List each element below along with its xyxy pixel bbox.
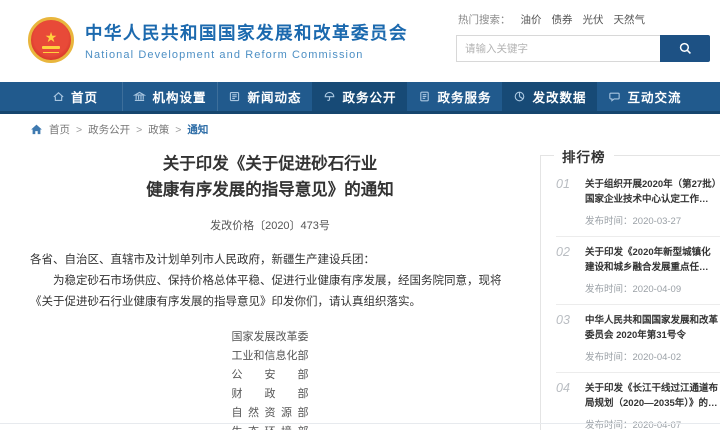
ranking-item: 01 关于组织开展2020年（第27批）国家企业技术中心认定工作的通知(... … bbox=[556, 169, 720, 237]
ranking-item-date: 发布时间：2020-04-02 bbox=[585, 349, 718, 363]
search-button[interactable] bbox=[660, 35, 710, 62]
breadcrumb-home[interactable]: 首页 bbox=[49, 122, 70, 137]
document-icon bbox=[418, 90, 431, 103]
nav-label: 互动交流 bbox=[627, 87, 681, 106]
ranking-number: 02 bbox=[556, 245, 578, 295]
home-icon bbox=[30, 123, 43, 136]
pie-chart-icon bbox=[513, 90, 526, 103]
signatory-mnr: 自然资源部 bbox=[232, 404, 309, 423]
main-nav: 首页 机构设置 新闻动态 政务公开 政务服务 发改数据 互动交流 bbox=[0, 82, 720, 114]
site-title-block: 中华人民共和国国家发展和改革委员会 National Development a… bbox=[85, 20, 408, 61]
page: ★ 中华人民共和国国家发展和改革委员会 National Development… bbox=[0, 0, 720, 430]
hot-search-link-oil-price[interactable]: 油价 bbox=[521, 12, 542, 27]
signatory-ndrc: 国家发展改革委 bbox=[232, 328, 309, 347]
document-number: 发改价格〔2020〕473号 bbox=[30, 217, 510, 233]
breadcrumb-gov-disclosure[interactable]: 政务公开 bbox=[88, 122, 130, 137]
breadcrumb-separator: > bbox=[136, 124, 142, 136]
ranking-list: 01 关于组织开展2020年（第27批）国家企业技术中心认定工作的通知(... … bbox=[541, 156, 720, 430]
article: 关于印发《关于促进砂石行业 健康有序发展的指导意见》的通知 发改价格〔2020〕… bbox=[30, 151, 510, 430]
site-brand[interactable]: ★ 中华人民共和国国家发展和改革委员会 National Development… bbox=[28, 17, 408, 63]
ranking-number: 03 bbox=[556, 313, 578, 363]
magnifier-icon bbox=[678, 41, 693, 56]
article-paragraph: 为稳定砂石市场供应、保持价格总体平稳、促进行业健康有序发展，经国务院同意，现将《… bbox=[30, 271, 510, 313]
search-area: 热门搜索： 油价 债券 光伏 天然气 bbox=[456, 12, 714, 62]
breadcrumb-separator: > bbox=[76, 124, 82, 136]
ranking-item-link[interactable]: 关于组织开展2020年（第27批）国家企业技术中心认定工作的通知(... bbox=[585, 177, 718, 207]
nav-item-gov-services[interactable]: 政务服务 bbox=[407, 82, 502, 111]
hot-search-link-bonds[interactable]: 债券 bbox=[552, 12, 573, 27]
signatory-miit: 工业和信息化部 bbox=[232, 347, 309, 366]
breadcrumb-policy[interactable]: 政策 bbox=[148, 122, 169, 137]
hot-search-label: 热门搜索： bbox=[458, 12, 511, 27]
umbrella-icon bbox=[323, 90, 336, 103]
article-title-line-1: 关于印发《关于促进砂石行业 bbox=[30, 151, 510, 177]
signatory-list: 国家发展改革委 工业和信息化部 公安部 财政部 自然资源部 生态环境部 bbox=[30, 328, 510, 430]
ranking-item: 03 中华人民共和国国家发展和改革委员会 2020年第31号令 发布时间：202… bbox=[556, 305, 720, 373]
breadcrumb: 首页 > 政务公开 > 政策 > 通知 bbox=[30, 122, 208, 137]
nav-label: 政务公开 bbox=[342, 87, 396, 106]
national-emblem-logo: ★ bbox=[28, 17, 74, 63]
site-title-en: National Development and Reform Commissi… bbox=[85, 49, 408, 61]
hot-search-row: 热门搜索： 油价 债券 光伏 天然气 bbox=[456, 12, 714, 27]
nav-label: 机构设置 bbox=[152, 87, 206, 106]
nav-label: 新闻动态 bbox=[247, 87, 301, 106]
nav-item-interaction[interactable]: 互动交流 bbox=[597, 82, 692, 111]
search-input[interactable] bbox=[456, 35, 660, 62]
nav-label: 政务服务 bbox=[437, 87, 491, 106]
signatory-mof: 财政部 bbox=[232, 385, 309, 404]
ranking-item-link[interactable]: 关于印发《长江干线过江通道布局规划（2020—2035年）》的通知... bbox=[585, 381, 718, 411]
article-title: 关于印发《关于促进砂石行业 健康有序发展的指导意见》的通知 bbox=[30, 151, 510, 203]
ranking-number: 01 bbox=[556, 177, 578, 227]
nav-item-ndrc-data[interactable]: 发改数据 bbox=[502, 82, 597, 111]
ranking-item: 04 关于印发《长江干线过江通道布局规划（2020—2035年）》的通知... … bbox=[556, 373, 720, 430]
news-icon bbox=[228, 90, 241, 103]
site-title-zh: 中华人民共和国国家发展和改革委员会 bbox=[85, 20, 408, 45]
nav-item-gov-disclosure[interactable]: 政务公开 bbox=[312, 82, 407, 111]
gate-icon bbox=[42, 46, 60, 49]
signatory-mps: 公安部 bbox=[232, 366, 309, 385]
breadcrumb-current-notice: 通知 bbox=[187, 122, 208, 137]
bank-icon bbox=[133, 90, 146, 103]
nav-label: 发改数据 bbox=[532, 87, 586, 106]
home-icon bbox=[52, 90, 65, 103]
star-icon: ★ bbox=[45, 30, 58, 44]
article-body: 各省、自治区、直辖市及计划单列市人民政府，新疆生产建设兵团： 为稳定砂石市场供应… bbox=[30, 250, 510, 313]
nav-item-home[interactable]: 首页 bbox=[28, 82, 122, 111]
ranking-sidebar: 排行榜 01 关于组织开展2020年（第27批）国家企业技术中心认定工作的通知(… bbox=[540, 155, 720, 430]
hot-search-link-pv[interactable]: 光伏 bbox=[583, 12, 604, 27]
ranking-item-date: 发布时间：2020-03-27 bbox=[585, 213, 718, 227]
ranking-item-link[interactable]: 中华人民共和国国家发展和改革委员会 2020年第31号令 bbox=[585, 313, 718, 343]
content-bottom-divider bbox=[0, 423, 720, 424]
search-bar bbox=[456, 35, 714, 62]
hot-search-link-gas[interactable]: 天然气 bbox=[614, 12, 646, 27]
article-title-line-2: 健康有序发展的指导意见》的通知 bbox=[30, 177, 510, 203]
ranking-item-link[interactable]: 关于印发《2020年新型城镇化建设和城乡融合发展重点任务》的通... bbox=[585, 245, 718, 275]
breadcrumb-separator: > bbox=[175, 124, 181, 136]
nav-label: 首页 bbox=[71, 87, 98, 106]
article-salutation: 各省、自治区、直辖市及计划单列市人民政府，新疆生产建设兵团： bbox=[30, 250, 510, 271]
ranking-title: 排行榜 bbox=[554, 146, 614, 166]
nav-item-organization[interactable]: 机构设置 bbox=[122, 82, 217, 111]
ranking-item: 02 关于印发《2020年新型城镇化建设和城乡融合发展重点任务》的通... 发布… bbox=[556, 237, 720, 305]
chat-bubble-icon bbox=[608, 90, 621, 103]
ranking-item-date: 发布时间：2020-04-09 bbox=[585, 281, 718, 295]
signatory-mee: 生态环境部 bbox=[232, 423, 309, 430]
site-header: ★ 中华人民共和国国家发展和改革委员会 National Development… bbox=[0, 0, 720, 82]
nav-item-news[interactable]: 新闻动态 bbox=[217, 82, 312, 111]
